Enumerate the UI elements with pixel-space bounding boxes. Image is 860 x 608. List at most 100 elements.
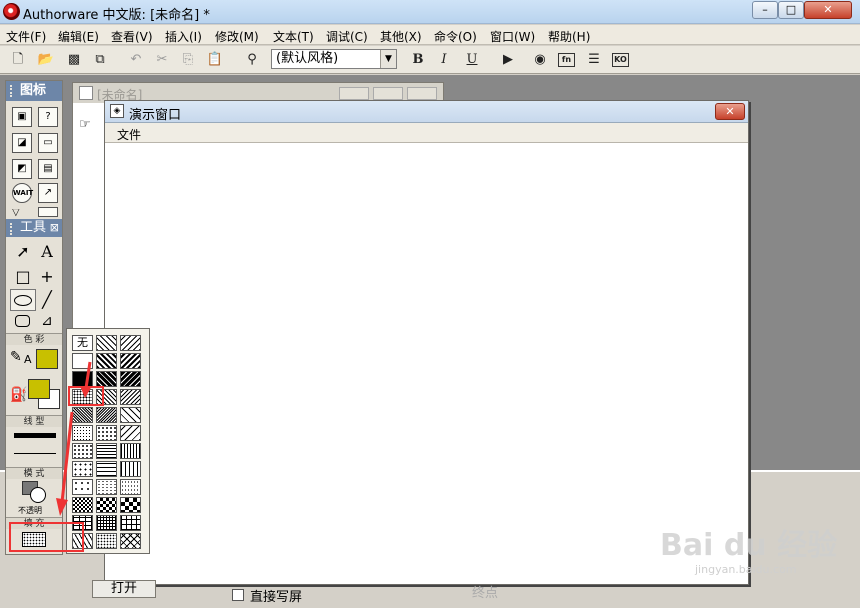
pattern-diag-light-rev[interactable] xyxy=(120,335,141,351)
menu-insert[interactable]: 插入(I) xyxy=(165,28,202,45)
line-tool-icon[interactable]: ╱ xyxy=(36,290,58,310)
mode-preview-circle[interactable] xyxy=(30,487,46,503)
pattern-diag-fine-rev[interactable] xyxy=(120,389,141,405)
flowchart-minimize-button[interactable] xyxy=(339,87,369,100)
authorware-app-icon[interactable] xyxy=(3,3,20,20)
motion-icon[interactable]: ◪ xyxy=(12,133,32,153)
annotation-arrow-1-head xyxy=(80,386,92,398)
presentation-window-icon: ◈ xyxy=(110,104,124,118)
presentation-menu-bar: 文件 xyxy=(105,123,748,143)
underline-button[interactable]: U xyxy=(462,51,482,69)
annotation-arrows xyxy=(56,361,92,516)
control-panel-icon[interactable]: ◉ xyxy=(530,51,550,69)
erase-icon[interactable]: ▭ xyxy=(38,133,58,153)
rounded-rect-tool-icon[interactable] xyxy=(15,315,30,327)
flowchart-maximize-button[interactable] xyxy=(373,87,403,100)
tools-close-icon[interactable]: ⊠ xyxy=(50,219,59,237)
polygon-tool-icon[interactable]: ⊿ xyxy=(36,311,58,331)
annotation-arrow-2-head xyxy=(56,498,68,516)
endpoint-radio-label[interactable]: 终点 xyxy=(472,582,498,601)
pointer-tool-icon[interactable]: ➚ xyxy=(12,242,34,262)
cut-icon[interactable]: ✂ xyxy=(152,51,172,69)
toolbar: 🗋 📂 ▩ ⧉ ↶ ✂ ⎘ 📋 ⚲ (默认风格) ▼ B I U ▶ ◉ fn … xyxy=(0,46,860,74)
presentation-close-button[interactable]: ✕ xyxy=(715,103,745,120)
presentation-title: 演示窗口 xyxy=(129,108,182,123)
erase-shape-icon[interactable]: ◩ xyxy=(12,159,32,179)
menu-other[interactable]: 其他(X) xyxy=(380,28,422,45)
pattern-diag-dense-rev[interactable] xyxy=(120,371,141,387)
framework-icon[interactable] xyxy=(38,207,58,217)
flowchart-window-icon xyxy=(79,86,93,100)
save-all-icon[interactable]: ▩ xyxy=(64,51,84,69)
open-button[interactable]: 打开 xyxy=(92,580,156,598)
maximize-button[interactable]: □ xyxy=(778,1,804,19)
icon-palette-header: 图标 xyxy=(6,81,62,101)
presentation-title-bar: ◈ 演示窗口 ✕ xyxy=(105,101,748,123)
bold-button[interactable]: B xyxy=(408,51,428,69)
display-icon[interactable]: ▣ xyxy=(12,107,32,127)
interaction-icon[interactable]: ▤ xyxy=(38,159,58,179)
menu-window[interactable]: 窗口(W) xyxy=(490,28,535,45)
pattern-vertical[interactable] xyxy=(120,461,141,477)
paint-bucket-icon[interactable]: ⛽ xyxy=(10,387,27,403)
minimize-button[interactable]: – xyxy=(752,1,778,19)
direct-write-checkbox[interactable] xyxy=(232,589,244,601)
flowchart-close-button[interactable] xyxy=(407,87,437,100)
undo-icon[interactable]: ↶ xyxy=(126,51,146,69)
pattern-dots-columns[interactable] xyxy=(120,479,141,495)
baidu-watermark: Bai du 经验 xyxy=(660,528,838,563)
close-button[interactable]: ✕ xyxy=(804,1,852,19)
menu-view[interactable]: 查看(V) xyxy=(111,28,153,45)
pattern-grid[interactable] xyxy=(120,515,141,531)
rectangle-tool-icon[interactable]: □ xyxy=(12,267,34,287)
functions-button[interactable]: fn xyxy=(558,53,575,67)
ellipse-tool-selected[interactable] xyxy=(10,289,36,311)
copy-icon[interactable]: ⎘ xyxy=(178,51,198,69)
run-icon[interactable]: ▶ xyxy=(498,51,518,69)
new-file-icon[interactable]: 🗋 xyxy=(8,51,28,69)
menu-help[interactable]: 帮助(H) xyxy=(548,28,590,45)
text-color-letter: A xyxy=(24,353,32,366)
open-file-icon[interactable]: 📂 xyxy=(36,51,56,69)
direct-write-label: 直接写屏 xyxy=(250,590,303,605)
pattern-dots-tight[interactable] xyxy=(96,533,117,549)
cross-line-tool-icon[interactable]: + xyxy=(36,267,58,287)
title-bar: Authorware 中文版: [未命名] * – □ ✕ xyxy=(0,0,860,24)
knowledge-objects-button[interactable]: KO xyxy=(612,53,629,67)
menu-debug[interactable]: 调试(C) xyxy=(326,28,368,45)
pattern-diag-medium-rev[interactable] xyxy=(120,353,141,369)
paste-icon[interactable]: 📋 xyxy=(205,51,225,69)
decision-help-icon[interactable]: ? xyxy=(38,107,58,127)
presentation-window[interactable]: ◈ 演示窗口 ✕ 文件 xyxy=(104,100,749,585)
ellipse-tool-icon xyxy=(14,295,32,306)
decision-icon[interactable]: ▽ xyxy=(12,209,32,217)
pattern-checker-large[interactable] xyxy=(120,497,141,513)
text-tool[interactable]: A xyxy=(36,242,58,262)
annotation-arrow-2-line xyxy=(60,411,74,503)
text-style-value: (默认风格) xyxy=(276,51,339,66)
variables-icon[interactable]: ☰ xyxy=(584,51,604,69)
menu-command[interactable]: 命令(O) xyxy=(434,28,477,45)
pattern-diag-sparse[interactable] xyxy=(120,407,141,423)
window-title: Authorware 中文版: [未命名] * xyxy=(23,8,210,23)
menu-edit[interactable]: 编辑(E) xyxy=(58,28,99,45)
import-icon[interactable]: ⧉ xyxy=(90,51,110,69)
pattern-vertical-dense[interactable] xyxy=(120,443,141,459)
menu-modify[interactable]: 修改(M) xyxy=(215,28,259,45)
text-style-select[interactable]: (默认风格) ▼ xyxy=(271,49,397,69)
chevron-down-icon[interactable]: ▼ xyxy=(380,50,396,68)
menu-text[interactable]: 文本(T) xyxy=(273,28,314,45)
navigate-icon[interactable]: ↗ xyxy=(38,183,58,203)
pattern-diamond[interactable] xyxy=(120,533,141,549)
menu-file[interactable]: 文件(F) xyxy=(6,28,46,45)
pencil-icon[interactable]: ✎ xyxy=(10,349,22,365)
italic-button[interactable]: I xyxy=(434,51,454,69)
foreground-color-swatch[interactable] xyxy=(28,379,50,399)
icon-palette-title: 图标 xyxy=(20,83,47,98)
menu-bar: 文件(F) 编辑(E) 查看(V) 插入(I) 修改(M) 文本(T) 调试(C… xyxy=(0,25,860,45)
pattern-crosshatch-diag[interactable] xyxy=(120,425,141,441)
find-icon[interactable]: ⚲ xyxy=(242,51,262,69)
presentation-menu-file[interactable]: 文件 xyxy=(117,126,141,143)
tools-panel-title: 工具 xyxy=(20,220,47,235)
wait-icon[interactable]: WAIT xyxy=(12,183,33,203)
